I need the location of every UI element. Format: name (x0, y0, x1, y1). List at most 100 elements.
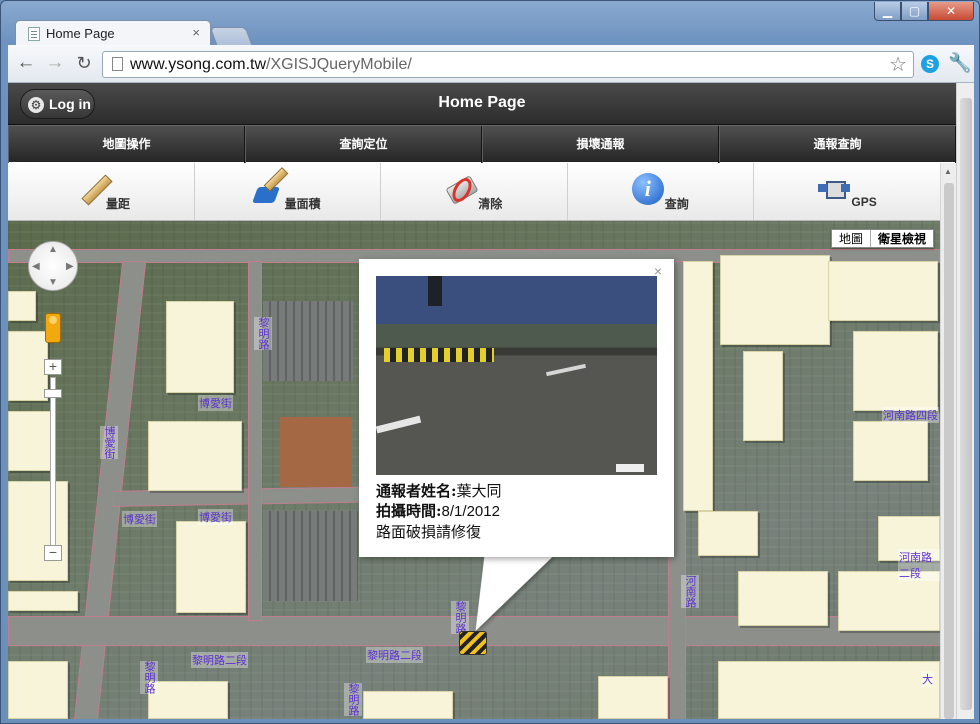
building (853, 421, 928, 481)
back-icon[interactable]: ← (15, 53, 37, 75)
forward-icon[interactable]: → (44, 53, 66, 75)
zoom-slider-track[interactable] (50, 377, 56, 547)
building (148, 421, 242, 491)
measure-area-label: 量面積 (284, 197, 321, 211)
building (698, 511, 758, 556)
new-tab-button[interactable] (209, 27, 253, 45)
zoom-out-button[interactable]: − (44, 545, 62, 561)
street-label: 黎明路 (344, 683, 362, 716)
page-scrollbar[interactable] (956, 83, 974, 719)
zoom-in-button[interactable]: + (44, 359, 62, 375)
road-damage-marker-icon[interactable] (459, 631, 487, 655)
map-type-satellite-button[interactable]: 衛星檢視 (869, 230, 933, 247)
scroll-up-icon[interactable]: ▲ (944, 167, 952, 176)
building (598, 676, 668, 719)
tab-strip: Home Page × ▁ ▢ ✕ (1, 1, 980, 46)
tab-title: Home Page (46, 26, 115, 41)
street-label: 河南路二段 (898, 549, 940, 581)
street-label: 黎明路二段 (191, 652, 248, 668)
street-label: 河南路 (681, 575, 699, 608)
report-message: 路面破損請修復 (376, 523, 482, 541)
building (743, 351, 783, 441)
pegman-icon[interactable] (45, 313, 61, 343)
street-label: 博愛街 (198, 395, 233, 411)
building (828, 261, 938, 321)
wrench-icon[interactable]: 🔧 (948, 51, 972, 75)
main-nav: 地圖操作 查詢定位 損壞通報 通報查詢 (8, 125, 956, 163)
street-label: 博愛街 (198, 509, 233, 525)
skype-icon[interactable]: S (921, 55, 939, 73)
street-label: 博愛街 (100, 426, 118, 459)
area-icon (253, 173, 285, 205)
building (853, 331, 938, 411)
time-row: 拍攝時間:8/1/2012 (376, 501, 502, 522)
map-type-map-button[interactable]: 地圖 (832, 230, 870, 247)
map-type-control: 地圖 衛星檢視 (830, 229, 934, 248)
tab-map-operations[interactable]: 地圖操作 (8, 126, 245, 163)
road (248, 261, 262, 621)
browser-toolbar: ← → ↻ www.ysong.com.tw/XGISJQueryMobile/… (8, 45, 974, 83)
measure-area-button[interactable]: 量面積 (195, 163, 382, 220)
satellite-map[interactable]: 博愛街 博愛街 博愛街 博愛街 黎明路二段 黎明路二段 河南路四段 河南路 河南… (8, 221, 940, 719)
satellite-icon (818, 173, 851, 205)
page-icon (112, 57, 123, 71)
url-path: /XGISJQueryMobile/ (266, 56, 412, 73)
address-bar[interactable]: www.ysong.com.tw/XGISJQueryMobile/ ☆ (102, 51, 914, 78)
page-scrollbar-thumb[interactable] (960, 98, 972, 710)
tab-query-locate[interactable]: 查詢定位 (245, 126, 482, 163)
close-window-button[interactable]: ✕ (928, 2, 974, 21)
reporter-row: 通報者姓名:葉大同 (376, 481, 502, 501)
map-tools: 量距 量面積 清除 i 查詢 GPS (8, 163, 940, 221)
pan-down-icon[interactable]: ▼ (48, 277, 58, 288)
reload-icon[interactable]: ↻ (73, 53, 95, 75)
report-details: 通報者姓名:葉大同 拍攝時間:8/1/2012 路面破損請修復 (376, 481, 502, 542)
minimize-button[interactable]: ▁ (874, 2, 901, 21)
pan-right-icon[interactable]: ▶ (66, 261, 74, 272)
tab-damage-report[interactable]: 損壞通報 (482, 126, 719, 163)
building (8, 661, 68, 719)
pan-control[interactable]: ▲ ▼ ◀ ▶ (28, 241, 78, 291)
building (738, 571, 828, 626)
measure-distance-button[interactable]: 量距 (8, 163, 195, 220)
inner-scrollbar-thumb[interactable] (944, 183, 954, 719)
pan-up-icon[interactable]: ▲ (48, 244, 58, 255)
tab-home-page[interactable]: Home Page × (15, 20, 211, 46)
building (8, 481, 68, 581)
street-label: 黎明路 (140, 661, 158, 694)
street-label: 黎明路 (254, 317, 272, 350)
zoom-slider-handle[interactable] (44, 389, 62, 398)
photo-road-line (376, 415, 422, 434)
time-value: 8/1/2012 (441, 503, 500, 520)
info-window: × 通報者姓名:葉大同 拍攝時間:8/1/2012 路面破損請修復 (359, 259, 674, 557)
page-viewport: ⚙ Log in Home Page 地圖操作 查詢定位 損壞通報 通報查詢 量… (8, 83, 974, 719)
app-header: ⚙ Log in Home Page (8, 83, 956, 125)
gps-label: GPS (851, 195, 877, 209)
report-photo (376, 276, 657, 475)
gps-button[interactable]: GPS (754, 163, 940, 220)
street-label: 河南路四段 (882, 407, 939, 423)
clear-button[interactable]: 清除 (381, 163, 568, 220)
star-icon[interactable]: ☆ (889, 52, 907, 77)
url-text[interactable]: www.ysong.com.tw/XGISJQueryMobile/ (130, 56, 412, 74)
building (8, 291, 36, 321)
time-label: 拍攝時間: (376, 502, 442, 520)
maximize-button[interactable]: ▢ (901, 2, 928, 21)
reporter-label: 通報者姓名: (376, 482, 457, 500)
pan-left-icon[interactable]: ◀ (32, 261, 40, 272)
query-label: 查詢 (664, 197, 689, 211)
building (8, 591, 78, 611)
street-label: 博愛街 (122, 511, 157, 527)
photo-road-line (546, 363, 586, 377)
inner-scrollbar[interactable]: ▲ (940, 163, 956, 719)
building (8, 331, 48, 401)
building (166, 301, 234, 393)
info-icon: i (631, 173, 664, 205)
query-button[interactable]: i 查詢 (568, 163, 755, 220)
street-label: 黎明路二段 (366, 647, 423, 663)
tab-close-icon[interactable]: × (192, 25, 200, 40)
browser-window: Home Page × ▁ ▢ ✕ ← → ↻ www.ysong.com.tw… (0, 0, 980, 724)
reporter-value: 葉大同 (456, 482, 502, 500)
photo-pole (428, 276, 442, 306)
tab-report-query[interactable]: 通報查詢 (719, 126, 956, 163)
page-favicon-icon (28, 27, 40, 41)
